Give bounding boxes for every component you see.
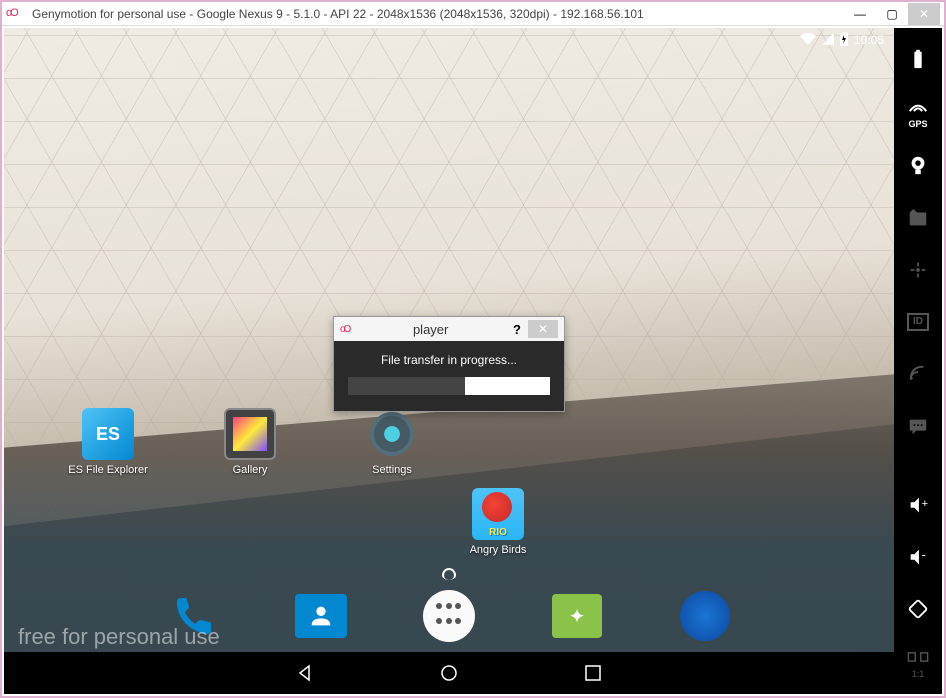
home-screen-row-2: RIO Angry Birds (462, 488, 534, 556)
nav-home-button[interactable] (437, 661, 461, 685)
settings-gear-icon (366, 408, 418, 460)
dialog-close-button[interactable]: ✕ (528, 320, 558, 338)
dock-browser[interactable] (677, 588, 733, 644)
dialog-help-button[interactable]: ? (506, 322, 528, 337)
side-capture-button[interactable] (904, 204, 932, 230)
app-window: oO Genymotion for personal use - Google … (0, 0, 946, 698)
side-remote-button[interactable] (904, 257, 932, 283)
dialog-title: player (355, 322, 506, 337)
app-settings[interactable]: Settings (356, 408, 428, 476)
app-gallery[interactable]: Gallery (214, 408, 286, 476)
nav-recent-button[interactable] (581, 661, 605, 685)
minimize-button[interactable]: — (844, 3, 876, 25)
side-volume-up-button[interactable]: + (904, 491, 932, 517)
wifi-icon (800, 33, 816, 48)
file-transfer-dialog: oO player ? ✕ File transfer in progress.… (333, 316, 565, 412)
close-button[interactable]: ✕ (908, 3, 940, 25)
status-time: 10:05 (854, 33, 884, 47)
watermark-text: free for personal use (18, 624, 220, 650)
side-identifier-button[interactable]: ID (904, 309, 932, 335)
side-camera-button[interactable] (904, 152, 932, 178)
dock-messages[interactable]: ✦ (549, 588, 605, 644)
maximize-button[interactable]: ▢ (876, 3, 908, 25)
angry-birds-icon: RIO (472, 488, 524, 540)
progress-fill (348, 377, 465, 395)
window-title: Genymotion for personal use - Google Nex… (32, 7, 844, 21)
side-gps-button[interactable]: GPS (904, 98, 932, 126)
messages-icon: ✦ (552, 594, 602, 638)
window-titlebar: oO Genymotion for personal use - Google … (2, 2, 944, 26)
gallery-icon (224, 408, 276, 460)
app-label: Gallery (233, 464, 268, 476)
dock-contacts[interactable] (293, 588, 349, 644)
home-screen-row-1: ES ES File Explorer Gallery Settings (72, 408, 428, 476)
genymotion-logo-icon: oO (6, 7, 24, 21)
battery-charging-icon (840, 32, 848, 49)
svg-text:+: + (922, 497, 928, 509)
app-label: ES File Explorer (68, 464, 147, 476)
android-nav-bar (4, 652, 894, 694)
app-es-file-explorer[interactable]: ES ES File Explorer (72, 408, 144, 476)
genymotion-sidebar: GPS ID + (894, 28, 942, 694)
nav-back-button[interactable] (293, 661, 317, 685)
android-status-bar[interactable]: 10:05 (4, 28, 894, 52)
contacts-icon (295, 594, 347, 638)
dock-all-apps[interactable] (421, 588, 477, 644)
dialog-titlebar: oO player ? ✕ (334, 317, 564, 341)
progress-bar (348, 377, 550, 395)
app-angry-birds[interactable]: RIO Angry Birds (462, 488, 534, 556)
side-scale-button[interactable]: 1:1 (904, 648, 932, 676)
side-network-button[interactable] (904, 361, 932, 387)
side-rotate-button[interactable] (904, 596, 932, 622)
side-sms-button[interactable] (904, 413, 932, 439)
browser-globe-icon (680, 591, 730, 641)
app-label: Angry Birds (470, 544, 527, 556)
app-label: Settings (372, 464, 412, 476)
side-battery-button[interactable] (904, 46, 932, 72)
dialog-logo-icon: oO (340, 324, 349, 335)
apps-drawer-icon (423, 590, 475, 642)
signal-icon (822, 33, 834, 48)
es-file-explorer-icon: ES (82, 408, 134, 460)
side-volume-down-button[interactable]: - (904, 544, 932, 570)
dialog-message: File transfer in progress... (348, 353, 550, 367)
emulator-screen[interactable]: 10:05 ES ES File Explorer Gallery Settin… (4, 28, 894, 694)
svg-text:-: - (922, 547, 926, 562)
